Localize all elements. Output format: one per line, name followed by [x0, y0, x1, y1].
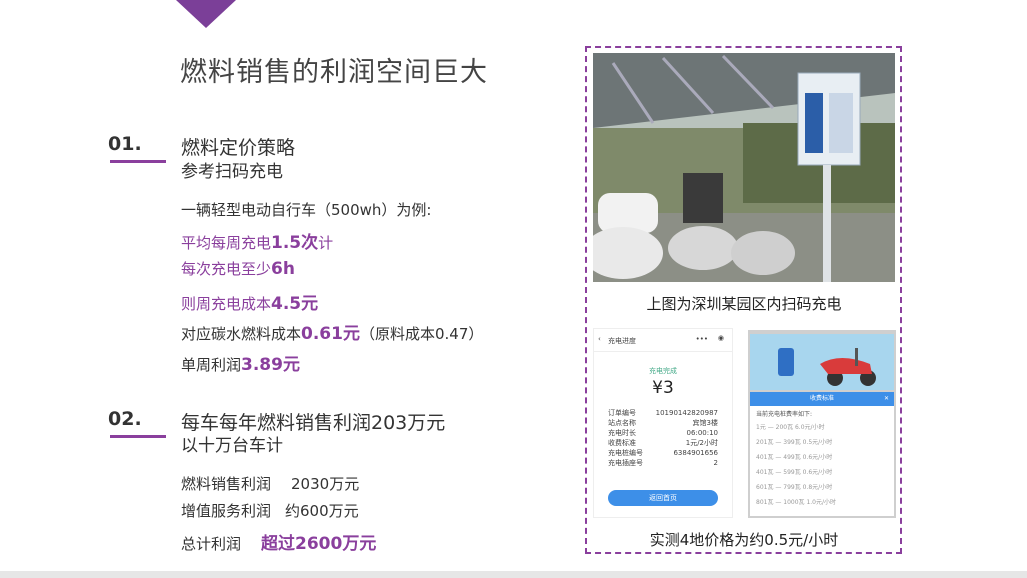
- profit-value: 超过2600万元: [261, 534, 377, 554]
- stat-value: 6h: [271, 259, 295, 279]
- slide: 燃料销售的利润空间巨大 01. 燃料定价策略 参考扫码充电 一辆轻型电动自行车（…: [0, 0, 1027, 578]
- slide-title: 燃料销售的利润空间巨大: [180, 57, 488, 88]
- detail-label: 收费标准: [608, 439, 636, 447]
- stat-prefix: 单周利润: [181, 356, 242, 374]
- profit-row: 总计利润 超过2600万元: [181, 529, 376, 554]
- detail-label: 充电插座号: [608, 459, 643, 467]
- detail-label: 订单编号: [608, 409, 636, 417]
- detail-value: 宾馆3楼: [692, 419, 718, 427]
- stat-value: 4.5元: [271, 294, 319, 314]
- rate-screenshot: 收费标准 ✕ 当前充电桩费率如下: 1元 — 200瓦 6.0元/小时 201瓦…: [748, 330, 896, 518]
- section2-underline: [110, 435, 166, 438]
- stat-suffix: （原料成本0.47）: [359, 325, 484, 343]
- rate-item: 201瓦 — 399瓦 0.5元/小时: [756, 439, 833, 446]
- close-icon[interactable]: ✕: [884, 392, 889, 406]
- section1-underline: [110, 160, 166, 163]
- stat-value: 1.5次: [271, 233, 319, 253]
- photo-caption: 上图为深圳某园区内扫码充电: [646, 295, 842, 313]
- detail-value: 6384901656: [673, 449, 718, 457]
- rate-item: 401瓦 — 499瓦 0.6元/小时: [756, 454, 833, 461]
- profit-label: 增值服务利润: [181, 502, 272, 520]
- rate-item: 601瓦 — 799瓦 0.8元/小时: [756, 484, 833, 491]
- rate-list: 1元 — 200瓦 6.0元/小时 201瓦 — 399瓦 0.5元/小时 40…: [756, 420, 888, 510]
- detail-label: 充电桩编号: [608, 449, 643, 457]
- stat-line: 平均每周充电1.5次计: [181, 228, 333, 253]
- back-icon: ‹: [598, 335, 601, 343]
- phone1-details: 订单编号 10190142820987 站点名称 宾馆3楼 充电时长 06:00:10…: [608, 408, 718, 468]
- profit-label: 总计利润: [181, 535, 242, 553]
- detail-value: 06:00:10: [686, 429, 718, 437]
- detail-row: 充电插座号 2: [608, 458, 718, 468]
- payment-screenshot: ‹ 充电进度 ••• ◉ 充电完成 ¥3 订单编号 10190142820987 …: [593, 328, 733, 518]
- detail-row: 收费标准 1元/2小时: [608, 438, 718, 448]
- stat-prefix: 则周充电成本: [181, 295, 272, 313]
- section1-number: 01.: [108, 133, 142, 155]
- detail-value: 1元/2小时: [685, 439, 718, 447]
- stat-value: 3.89元: [241, 355, 300, 375]
- return-home-button[interactable]: 返回首页: [608, 490, 718, 506]
- bottom-bar: [0, 571, 1027, 578]
- phone1-amount: ¥3: [652, 378, 674, 398]
- phone1-header: ‹ 充电进度 ••• ◉: [594, 329, 732, 352]
- section2-subheading: 以十万台车计: [181, 436, 283, 456]
- rate-item: 801瓦 — 1000瓦 1.0元/小时: [756, 499, 837, 506]
- section1-intro: 一辆轻型电动自行车（500wh）为例:: [181, 201, 432, 219]
- rate-item: 401瓦 — 599瓦 0.6元/小时: [756, 469, 833, 476]
- decor-triangle: [176, 0, 236, 28]
- section1-heading: 燃料定价策略: [181, 137, 296, 159]
- section1-subheading: 参考扫码充电: [181, 162, 283, 182]
- stat-value: 0.61元: [301, 324, 360, 344]
- rate-dialog-header: 收费标准 ✕: [750, 392, 894, 406]
- rate-intro: 当前充电桩费率如下:: [756, 411, 813, 418]
- profit-value: 2030万元: [291, 475, 360, 493]
- stat-line: 单周利润3.89元: [181, 350, 300, 375]
- section2-number: 02.: [108, 408, 142, 430]
- target-icon: ◉: [717, 334, 724, 342]
- phone1-status: 充电完成: [649, 367, 677, 375]
- scooter-icon: [778, 348, 876, 386]
- price-caption: 实测4地价格为约0.5元/小时: [649, 531, 839, 549]
- profit-row: 增值服务利润 约600万元: [181, 500, 359, 521]
- stat-line: 则周充电成本4.5元: [181, 289, 318, 314]
- charging-station-illustration: [593, 53, 895, 282]
- stat-line: 对应碳水燃料成本0.61元（原料成本0.47）: [181, 319, 483, 344]
- detail-row: 充电桩编号 6384901656: [608, 448, 718, 458]
- rate-dialog-title: 收费标准: [809, 395, 834, 402]
- stat-prefix: 每次充电至少: [181, 260, 272, 278]
- stat-prefix: 平均每周充电: [181, 234, 272, 252]
- detail-label: 充电时长: [608, 429, 636, 437]
- charging-station-photo: [593, 53, 895, 282]
- profit-row: 燃料销售利润 2030万元: [181, 473, 359, 494]
- phone1-header-title: 充电进度: [608, 337, 636, 345]
- detail-label: 站点名称: [608, 419, 636, 427]
- scooter-banner: [750, 334, 894, 390]
- detail-value: 2: [713, 459, 718, 467]
- stat-line: 每次充电至少6h: [181, 258, 295, 279]
- detail-row: 站点名称 宾馆3楼: [608, 418, 718, 428]
- more-icon: •••: [695, 335, 708, 343]
- profit-label: 燃料销售利润: [181, 475, 272, 493]
- stat-prefix: 对应碳水燃料成本: [181, 325, 302, 343]
- rate-item: 1元 — 200瓦 6.0元/小时: [756, 424, 825, 431]
- detail-value: 10190142820987: [655, 409, 718, 417]
- detail-row: 订单编号 10190142820987: [608, 408, 718, 418]
- profit-value: 约600万元: [285, 502, 359, 520]
- detail-row: 充电时长 06:00:10: [608, 428, 718, 438]
- rate-dialog-body: 当前充电桩费率如下: 1元 — 200瓦 6.0元/小时 201瓦 — 399瓦…: [750, 406, 894, 516]
- stat-suffix: 计: [318, 234, 334, 252]
